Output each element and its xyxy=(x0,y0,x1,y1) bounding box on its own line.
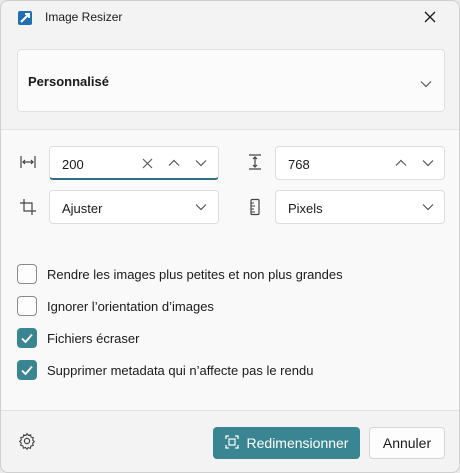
chevron-down-icon xyxy=(192,198,210,216)
chevron-down-icon xyxy=(419,198,437,216)
option-label: Ignorer l’orientation d’images xyxy=(47,299,214,314)
close-button[interactable] xyxy=(407,3,453,31)
option-label: Rendre les images plus petites et non pl… xyxy=(47,267,343,282)
preset-selected-label: Personnalisé xyxy=(28,74,109,89)
cancel-button[interactable]: Annuler xyxy=(369,427,445,459)
checkbox[interactable] xyxy=(17,360,37,380)
option-label: Supprimer metadata qui n’affecte pas le … xyxy=(47,363,314,378)
width-value: 200 xyxy=(62,157,84,172)
cancel-button-label: Annuler xyxy=(382,435,432,451)
height-icon xyxy=(246,153,264,171)
image-resizer-window: Image Resizer Personnalisé 200 768 Ajust… xyxy=(0,0,460,473)
checkmark-icon xyxy=(21,333,33,344)
crop-icon xyxy=(19,198,37,216)
window-title: Image Resizer xyxy=(45,10,123,24)
ruler-icon xyxy=(246,198,264,216)
checkbox[interactable] xyxy=(17,264,37,284)
fit-mode-value: Ajuster xyxy=(62,201,103,216)
chevron-up-icon[interactable] xyxy=(165,154,183,172)
clear-icon[interactable] xyxy=(138,154,156,172)
width-icon xyxy=(19,153,37,171)
checkmark-icon xyxy=(21,365,33,376)
chevron-down-icon[interactable] xyxy=(192,154,210,172)
resize-settings-panel: 200 768 Ajuster Pixels Rendre les images… xyxy=(1,129,459,411)
image-resizer-app-icon xyxy=(17,10,33,26)
footer-bar: Redimensionner Annuler xyxy=(1,409,459,472)
checkbox[interactable] xyxy=(17,296,37,316)
unit-dropdown[interactable]: Pixels xyxy=(275,190,445,224)
resize-button[interactable]: Redimensionner xyxy=(213,427,360,459)
option-label: Fichiers écraser xyxy=(47,331,140,346)
chevron-down-icon[interactable] xyxy=(419,154,437,172)
resize-button-label: Redimensionner xyxy=(246,435,349,451)
resize-icon xyxy=(224,434,239,452)
unit-value: Pixels xyxy=(288,201,323,216)
chevron-down-icon xyxy=(420,75,432,93)
settings-gear-icon[interactable] xyxy=(18,432,36,455)
checkbox[interactable] xyxy=(17,328,37,348)
preset-dropdown[interactable]: Personnalisé xyxy=(17,49,445,112)
fit-mode-dropdown[interactable]: Ajuster xyxy=(49,190,219,224)
height-value: 768 xyxy=(288,157,310,172)
title-bar: Image Resizer xyxy=(1,1,459,33)
height-input[interactable]: 768 xyxy=(275,146,445,180)
chevron-up-icon[interactable] xyxy=(392,154,410,172)
close-icon xyxy=(424,11,436,23)
width-input[interactable]: 200 xyxy=(49,146,219,180)
